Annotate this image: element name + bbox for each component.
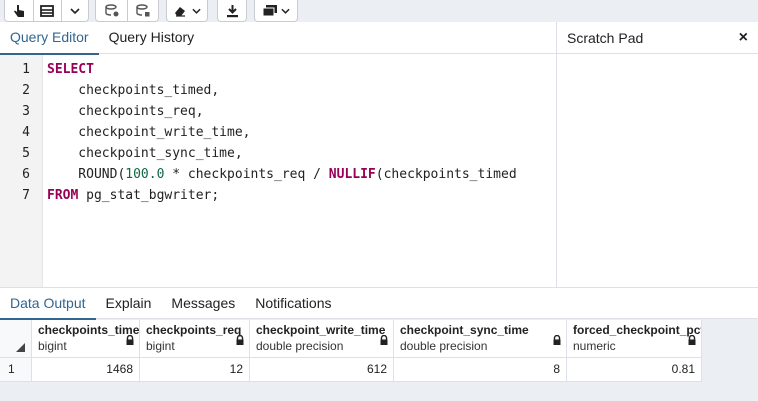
output-panel: Data Output Explain Messages Notificatio… — [0, 287, 758, 401]
column-header[interactable]: checkpoints_timed bigint — [32, 320, 140, 358]
code-line: checkpoint_sync_time, — [47, 146, 243, 161]
chevron-down-icon — [70, 7, 80, 14]
line-number: 7 — [22, 188, 30, 203]
database-filter-icon — [105, 4, 119, 17]
scratch-pad-header: Scratch Pad × — [557, 22, 758, 54]
chevron-down-icon — [281, 8, 290, 14]
sql-number: 100.0 — [125, 167, 165, 182]
toolbar — [0, 0, 758, 22]
line-number: 4 — [22, 125, 30, 140]
sql-keyword: FROM — [47, 188, 79, 203]
code-text: (checkpoints_timed — [375, 167, 517, 182]
line-number: 1 — [22, 62, 30, 77]
chevron-down-icon — [192, 8, 201, 14]
download-button[interactable] — [218, 0, 246, 21]
lock-icon — [380, 335, 388, 345]
lock-icon — [688, 335, 696, 345]
tab-notifications[interactable]: Notifications — [245, 288, 341, 319]
line-number: 3 — [22, 104, 30, 119]
lock-icon — [236, 335, 244, 345]
column-header[interactable]: checkpoints_req bigint — [140, 320, 250, 358]
column-type: numeric — [573, 339, 616, 353]
database-sort-icon — [136, 4, 150, 17]
column-header[interactable]: checkpoint_sync_time double precision — [394, 320, 567, 358]
close-icon[interactable]: × — [739, 29, 748, 47]
lock-icon — [553, 335, 561, 345]
query-editor-pane: Query Editor Query History 1 2 3 4 5 6 7… — [0, 22, 557, 305]
code-line: FROM pg_stat_bgwriter; — [47, 185, 219, 206]
sql-keyword: NULLIF — [328, 167, 376, 182]
code-line: SELECT — [47, 59, 94, 80]
code-text: ROUND( — [47, 167, 126, 182]
toolbar-group-execute — [4, 0, 89, 22]
select-all-icon — [16, 343, 25, 352]
editor-tabs: Query Editor Query History — [0, 22, 557, 55]
scratch-pad-panel: Scratch Pad × — [556, 22, 758, 287]
sort-button[interactable] — [128, 0, 158, 21]
lock-icon — [126, 335, 134, 345]
table-cell[interactable]: 1468 — [32, 358, 140, 382]
table-cell[interactable]: 8 — [394, 358, 567, 382]
row-number[interactable]: 1 — [0, 358, 32, 382]
toolbar-group-filter — [95, 0, 159, 22]
view-data-button[interactable] — [34, 0, 62, 21]
pointer-hand-icon — [13, 4, 24, 17]
toolbar-group-macros — [254, 0, 298, 22]
column-type: bigint — [146, 339, 175, 353]
line-gutter: 1 2 3 4 5 6 7 — [0, 55, 43, 287]
column-name: forced_checkpoint_pct — [573, 323, 702, 337]
column-type: double precision — [400, 339, 488, 353]
column-type: bigint — [38, 339, 67, 353]
column-name: checkpoints_timed — [38, 323, 140, 337]
eraser-icon — [175, 6, 185, 17]
table-icon — [40, 4, 55, 17]
sql-keyword: SELECT — [47, 62, 94, 77]
scratch-pad-title: Scratch Pad — [567, 29, 644, 46]
clear-button[interactable] — [167, 0, 207, 21]
macros-icon — [262, 5, 277, 17]
line-number: 6 — [22, 167, 30, 182]
toolbar-group-clear — [166, 0, 208, 22]
tab-data-output[interactable]: Data Output — [0, 288, 96, 320]
code-text: pg_stat_bgwriter; — [78, 188, 220, 203]
tab-messages[interactable]: Messages — [161, 288, 245, 319]
macros-button[interactable] — [255, 0, 297, 21]
table-cell[interactable]: 0.81 — [567, 358, 702, 382]
code-line: checkpoints_req, — [47, 104, 204, 119]
column-name: checkpoint_write_time — [256, 323, 386, 337]
execute-button[interactable] — [5, 0, 33, 21]
tab-explain[interactable]: Explain — [96, 288, 162, 319]
column-header[interactable]: checkpoint_write_time double precision — [250, 320, 394, 358]
download-icon — [226, 4, 238, 17]
table-cell[interactable]: 12 — [140, 358, 250, 382]
column-name: checkpoints_req — [146, 323, 242, 337]
code-line: ROUND(100.0 * checkpoints_req / NULLIF(c… — [47, 164, 517, 185]
code-text: * checkpoints_req / — [164, 167, 329, 182]
code-line: checkpoints_timed, — [47, 83, 220, 98]
view-data-dropdown[interactable] — [62, 0, 88, 21]
output-tabs: Data Output Explain Messages Notificatio… — [0, 288, 758, 320]
column-header[interactable]: forced_checkpoint_pct numeric — [567, 320, 702, 358]
scratch-pad-textarea[interactable] — [557, 55, 758, 287]
filter-button[interactable] — [96, 0, 127, 21]
line-number: 5 — [22, 146, 30, 161]
column-type: double precision — [256, 339, 344, 353]
table-cell[interactable]: 612 — [250, 358, 394, 382]
line-number: 2 — [22, 83, 30, 98]
column-name: checkpoint_sync_time — [400, 323, 529, 337]
grid-corner[interactable] — [0, 320, 32, 358]
toolbar-group-download — [217, 0, 247, 22]
code-line: checkpoint_write_time, — [47, 125, 251, 140]
tab-query-history[interactable]: Query History — [99, 22, 205, 54]
tab-query-editor[interactable]: Query Editor — [0, 22, 99, 55]
code-content[interactable]: SELECT checkpoints_timed, checkpoints_re… — [47, 55, 557, 287]
code-editor[interactable]: 1 2 3 4 5 6 7 SELECT checkpoints_timed, … — [0, 55, 557, 305]
